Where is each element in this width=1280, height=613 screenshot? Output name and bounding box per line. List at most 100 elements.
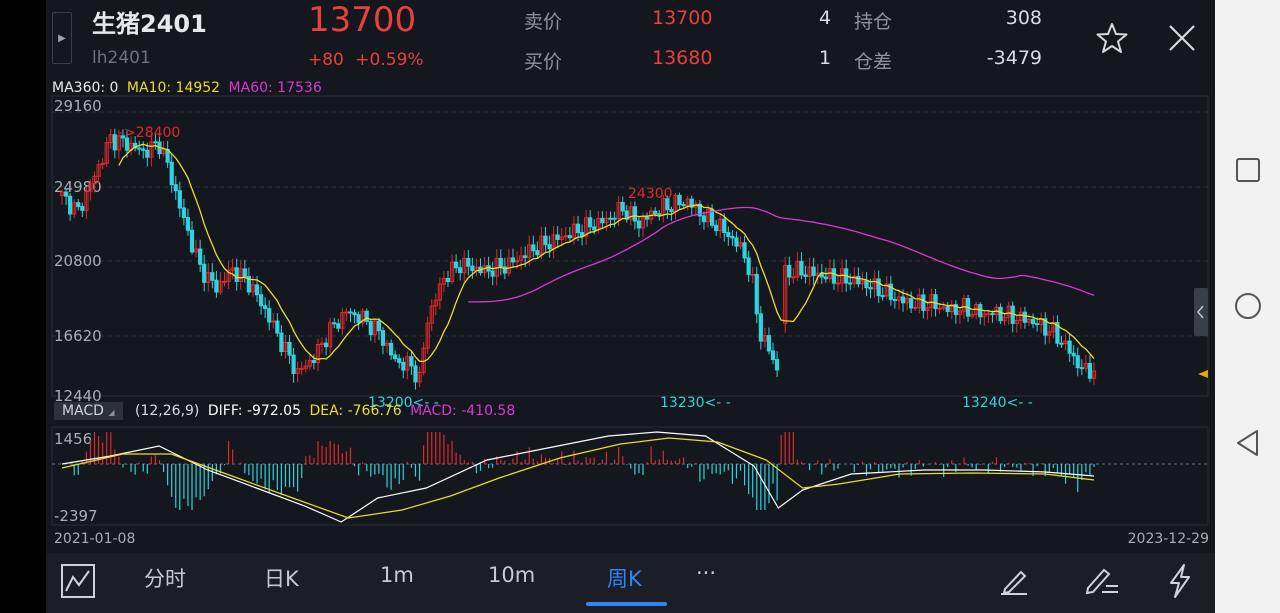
candle-body [141, 148, 146, 151]
candle-body [774, 359, 780, 371]
tab-1m[interactable]: 1m [380, 563, 414, 587]
candle-body [600, 217, 605, 224]
candle-body [787, 264, 792, 278]
candle-body [856, 275, 861, 285]
candle-body [263, 305, 268, 310]
side-panel-toggle[interactable]: ▶ [52, 12, 72, 64]
tab-fenshi[interactable]: 分时 [144, 563, 186, 593]
close-icon[interactable] [1162, 18, 1202, 58]
candle-body [909, 298, 914, 309]
candle-body [287, 341, 292, 356]
candle-body [454, 261, 459, 269]
bottom-toolbar: 分时 日K 1m 10m 周K ··· [46, 553, 1215, 613]
price-annotation: 24300 [628, 186, 673, 202]
candle-body [1022, 311, 1028, 323]
candle-body [555, 234, 560, 240]
chevron-right-icon: ▶ [58, 32, 66, 44]
candle-body [1079, 367, 1084, 370]
candle-body [389, 342, 394, 356]
candle-body [933, 294, 938, 310]
ma10-line [118, 143, 1095, 363]
system-nav-bar [1215, 0, 1280, 613]
home-icon[interactable] [1215, 291, 1280, 321]
ma-legend: MA360: 0 MA10: 14952 MA60: 17536 [52, 80, 322, 96]
candle-body [632, 206, 637, 222]
candle-body [714, 224, 719, 232]
candle-body [726, 232, 731, 237]
diff-line [61, 431, 1095, 523]
candle-body [588, 217, 593, 228]
candle-body [352, 312, 357, 316]
candle-body [835, 282, 841, 285]
candle-body [1059, 342, 1064, 345]
candle-body [742, 242, 747, 259]
candle-body [750, 273, 755, 276]
macd-tick-label: -2397 [54, 507, 98, 525]
candle-body [868, 287, 873, 290]
lightning-icon[interactable] [1160, 561, 1200, 601]
candle-body [254, 284, 260, 296]
ask-volume: 4 [819, 7, 832, 29]
change-percent: +0.59% [355, 50, 424, 70]
macd-params: (12,26,9) [135, 403, 200, 419]
candle-body [185, 217, 191, 231]
candle-body [458, 267, 463, 274]
candle-body [258, 294, 264, 307]
recents-icon[interactable] [1215, 155, 1280, 185]
candle-body [222, 280, 227, 283]
candle-body [311, 359, 317, 364]
draw-line-icon[interactable] [994, 561, 1034, 601]
candle-body [275, 320, 280, 334]
candle-body [766, 335, 772, 352]
back-icon[interactable] [1215, 428, 1280, 458]
macd-indicator-selector[interactable]: MACD ◢ [54, 402, 123, 420]
price-annotation: 13230<- - [660, 395, 731, 411]
candle-body [271, 320, 276, 323]
tab-daily-k[interactable]: 日K [264, 563, 299, 593]
last-price: 13700 [308, 0, 417, 40]
star-icon[interactable] [1092, 18, 1132, 58]
kline-chart[interactable]: 29160249802080016620124401456-2397->2840… [46, 78, 1215, 553]
candle-body [758, 313, 763, 342]
y-tick-label: 29160 [54, 97, 102, 115]
price-annotation: ->28400 [119, 125, 180, 141]
candle-body [336, 323, 341, 329]
candle-body [490, 270, 495, 277]
bid-label: 买价 [524, 51, 563, 73]
diff-label: DIFF: -972.05 [207, 403, 301, 419]
candle-body [945, 306, 950, 312]
candle-body [145, 149, 150, 158]
oi-diff-value: -3479 [986, 47, 1042, 69]
candle-body [234, 267, 239, 282]
bid-volume: 1 [819, 47, 832, 69]
candle-body [510, 257, 516, 263]
candle-body [153, 141, 158, 144]
candle-body [880, 295, 885, 298]
candle-body [864, 280, 869, 289]
candle-body [746, 257, 751, 275]
edit-icon[interactable] [1082, 561, 1122, 601]
candle-body [401, 361, 406, 371]
macd-tick-label: 1456 [54, 430, 92, 448]
candle-body [169, 161, 174, 186]
candle-body [214, 279, 219, 293]
chart-toggle-icon[interactable] [58, 561, 98, 601]
candle-body [344, 311, 349, 314]
candle-body [535, 250, 540, 256]
candle-body [644, 216, 650, 220]
ma60-line [468, 206, 1095, 303]
ma10-label: MA10: 14952 [126, 80, 221, 96]
ask-label: 卖价 [524, 11, 563, 33]
candle-body [80, 206, 85, 211]
candle-body [921, 294, 926, 311]
dea-line [61, 437, 1095, 519]
scroll-handle [1194, 288, 1208, 336]
tab-weekly-k[interactable]: 周K [607, 563, 642, 593]
candle-body [189, 229, 195, 253]
tab-10m[interactable]: 10m [488, 563, 535, 587]
candle-body [543, 235, 548, 246]
candle-body [376, 320, 382, 332]
tab-more[interactable]: ··· [696, 561, 716, 585]
open-interest-value: 308 [1005, 7, 1042, 29]
candle-body [722, 218, 727, 234]
